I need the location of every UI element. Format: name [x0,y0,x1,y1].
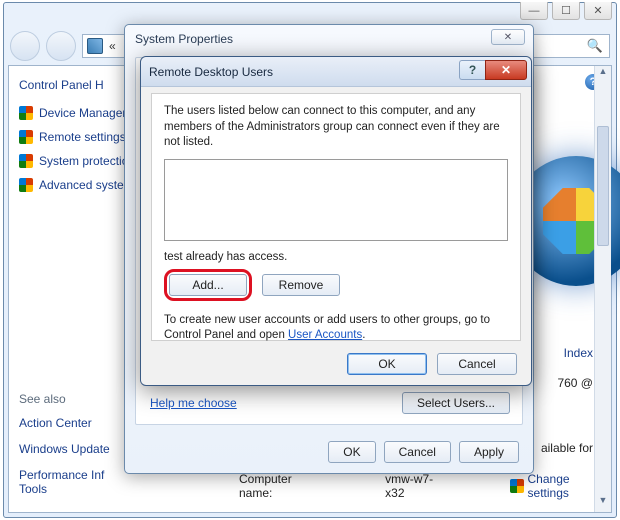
remote-desktop-users-dialog: Remote Desktop Users ? ✕ The users liste… [140,56,532,386]
rdu-ok-button[interactable]: OK [347,353,427,375]
sidebar-item-label: Remote settings [39,130,126,144]
rdu-help-button[interactable]: ? [459,60,485,80]
scroll-thumb[interactable] [597,126,609,246]
rdu-cancel-button[interactable]: Cancel [437,353,517,375]
system-properties-title: System Properties [125,25,533,53]
control-panel-icon [87,38,103,54]
system-properties-footer: OK Cancel Apply [125,441,533,463]
vertical-scrollbar[interactable]: ▲ ▼ [594,66,611,512]
rdu-button-row: Add... Remove [164,269,508,301]
availability-fragment: ailable for [541,441,593,455]
sidebar-item-label: Advanced system [39,178,134,192]
rdu-remove-button[interactable]: Remove [262,274,340,296]
rdu-titlebar: Remote Desktop Users ? ✕ [141,57,531,87]
highlight-ring: Add... [164,269,252,301]
shield-icon [19,178,33,192]
window-close-button[interactable]: ✕ [584,2,612,20]
system-properties-close-button[interactable]: ✕ [491,29,525,45]
user-accounts-link[interactable]: User Accounts [288,329,362,341]
scroll-down-arrow[interactable]: ▼ [595,495,611,512]
shield-icon [19,154,33,168]
nav-back-button[interactable] [10,31,40,61]
wei-index-link[interactable]: Index [564,346,593,360]
rdu-body: The users listed below can connect to th… [151,93,521,341]
rdu-footer: OK Cancel [141,353,531,375]
sysprops-cancel-button[interactable]: Cancel [384,441,451,463]
computer-name-label: Computer name: [239,472,325,500]
rdu-user-list[interactable] [164,159,508,241]
rating-fragment: 760 @ [557,376,593,390]
rdu-description: The users listed below can connect to th… [164,104,508,151]
computer-name-row: Computer name: vmw-w7-x32 Change setting… [239,472,611,500]
sidebar-item-label: Action Center [19,416,92,430]
shield-icon [19,106,33,120]
help-me-choose-link[interactable]: Help me choose [150,396,237,410]
computer-name-value: vmw-w7-x32 [385,472,450,500]
search-icon: 🔍 [587,38,603,54]
rdu-add-button[interactable]: Add... [169,274,247,296]
rdu-access-line: test already has access. [164,251,508,263]
rdu-title: Remote Desktop Users [149,65,273,79]
sidebar-item-label: Performance Inf Tools [19,468,104,496]
rdu-note: To create new user accounts or add users… [164,313,508,344]
sidebar-item-label: Windows Update [19,442,110,456]
shield-icon [19,130,33,144]
rdu-note-post: . [362,329,365,341]
window-controls: — ☐ ✕ [520,2,612,20]
rdu-close-button[interactable]: ✕ [485,60,527,80]
sysprops-apply-button[interactable]: Apply [459,441,519,463]
window-minimize-button[interactable]: — [520,2,548,20]
shield-icon [510,479,523,493]
select-users-button[interactable]: Select Users... [402,392,510,414]
scroll-up-arrow[interactable]: ▲ [595,66,611,83]
sidebar-item-label: Device Manager [39,106,126,120]
sidebar-item-label: System protection [39,154,135,168]
sysprops-ok-button[interactable]: OK [328,441,375,463]
address-bar-chevron: « [109,39,116,53]
window-maximize-button[interactable]: ☐ [552,2,580,20]
nav-forward-button[interactable] [46,31,76,61]
